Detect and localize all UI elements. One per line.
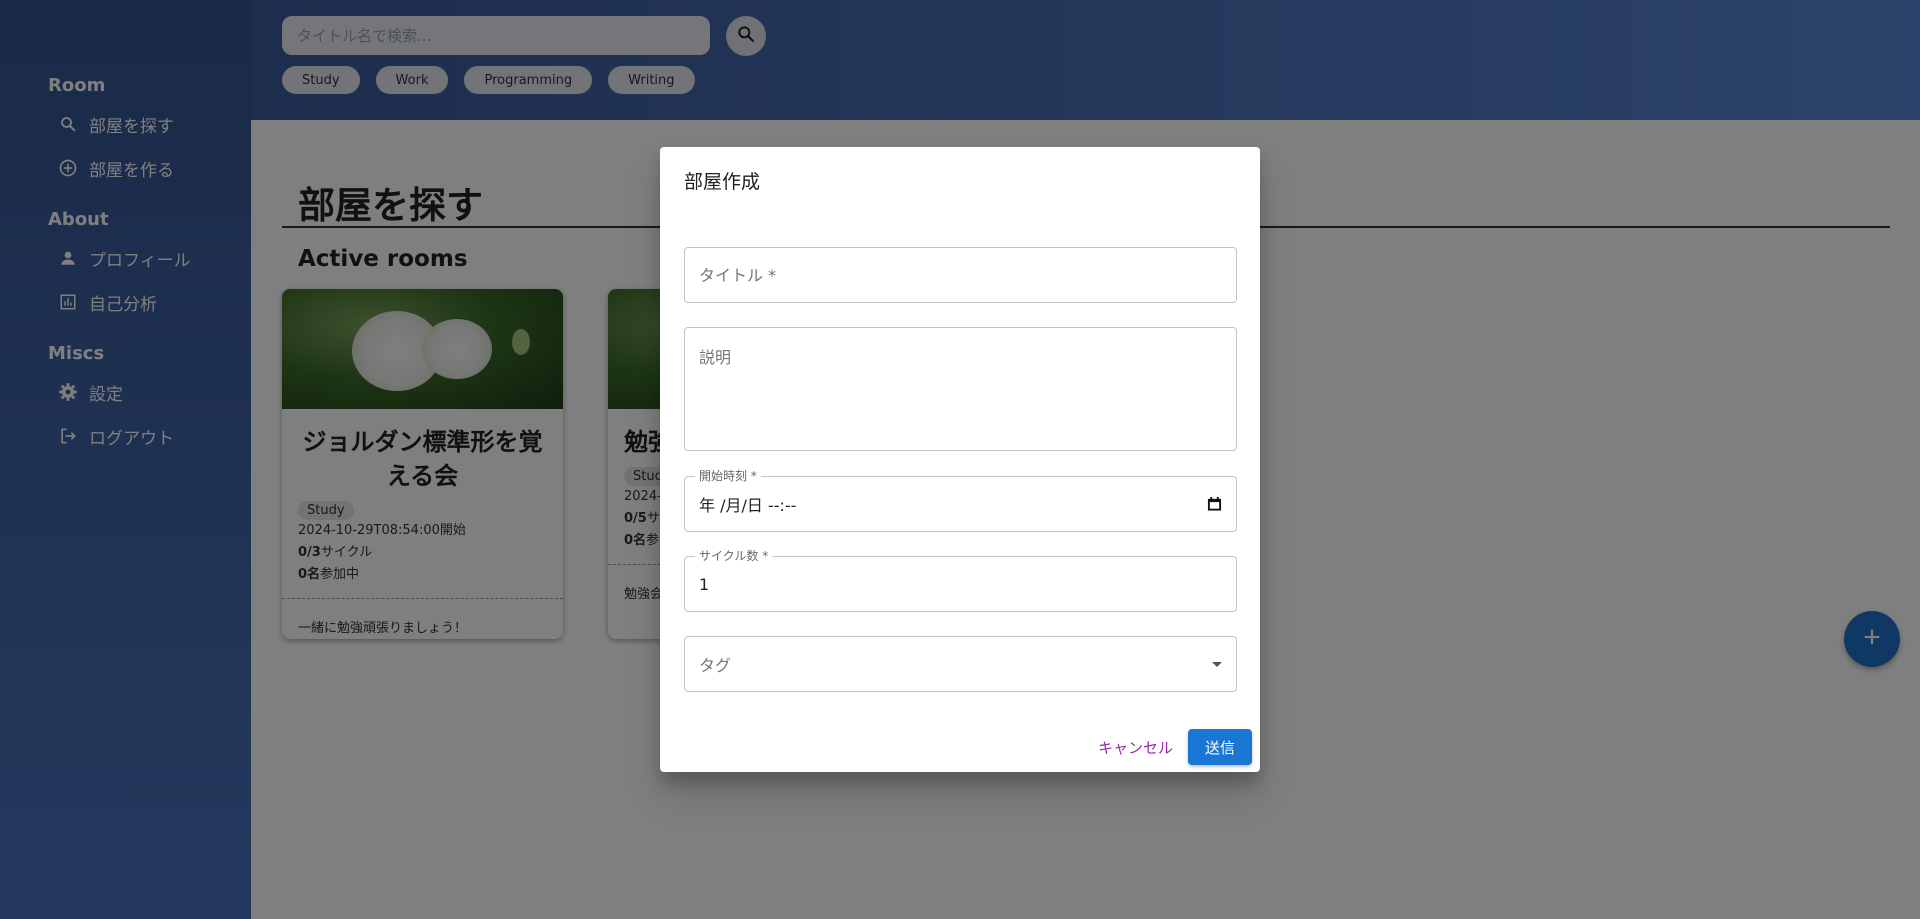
create-room-dialog: 部屋作成 開始時刻 * 年 /月/日 --:-- サイクル数 * 1 タグ キャ… bbox=[660, 147, 1260, 772]
dialog-title: 部屋作成 bbox=[684, 171, 761, 193]
calendar-icon[interactable] bbox=[1207, 496, 1222, 512]
start-time-value[interactable]: 年 /月/日 --:-- bbox=[699, 477, 796, 531]
title-input[interactable] bbox=[685, 248, 1236, 302]
tag-select[interactable]: タグ bbox=[684, 636, 1237, 692]
description-field[interactable] bbox=[684, 327, 1237, 451]
start-time-field[interactable]: 開始時刻 * 年 /月/日 --:-- bbox=[684, 469, 1237, 532]
dropdown-arrow-icon bbox=[1212, 662, 1222, 667]
tag-select-placeholder: タグ bbox=[699, 656, 732, 675]
cancel-button[interactable]: キャンセル bbox=[1088, 729, 1183, 765]
cycle-count-value[interactable]: 1 bbox=[699, 557, 709, 611]
description-input[interactable] bbox=[685, 328, 1236, 450]
title-field[interactable] bbox=[684, 247, 1237, 303]
submit-button[interactable]: 送信 bbox=[1188, 729, 1252, 765]
cycle-count-field[interactable]: サイクル数 * 1 bbox=[684, 549, 1237, 612]
